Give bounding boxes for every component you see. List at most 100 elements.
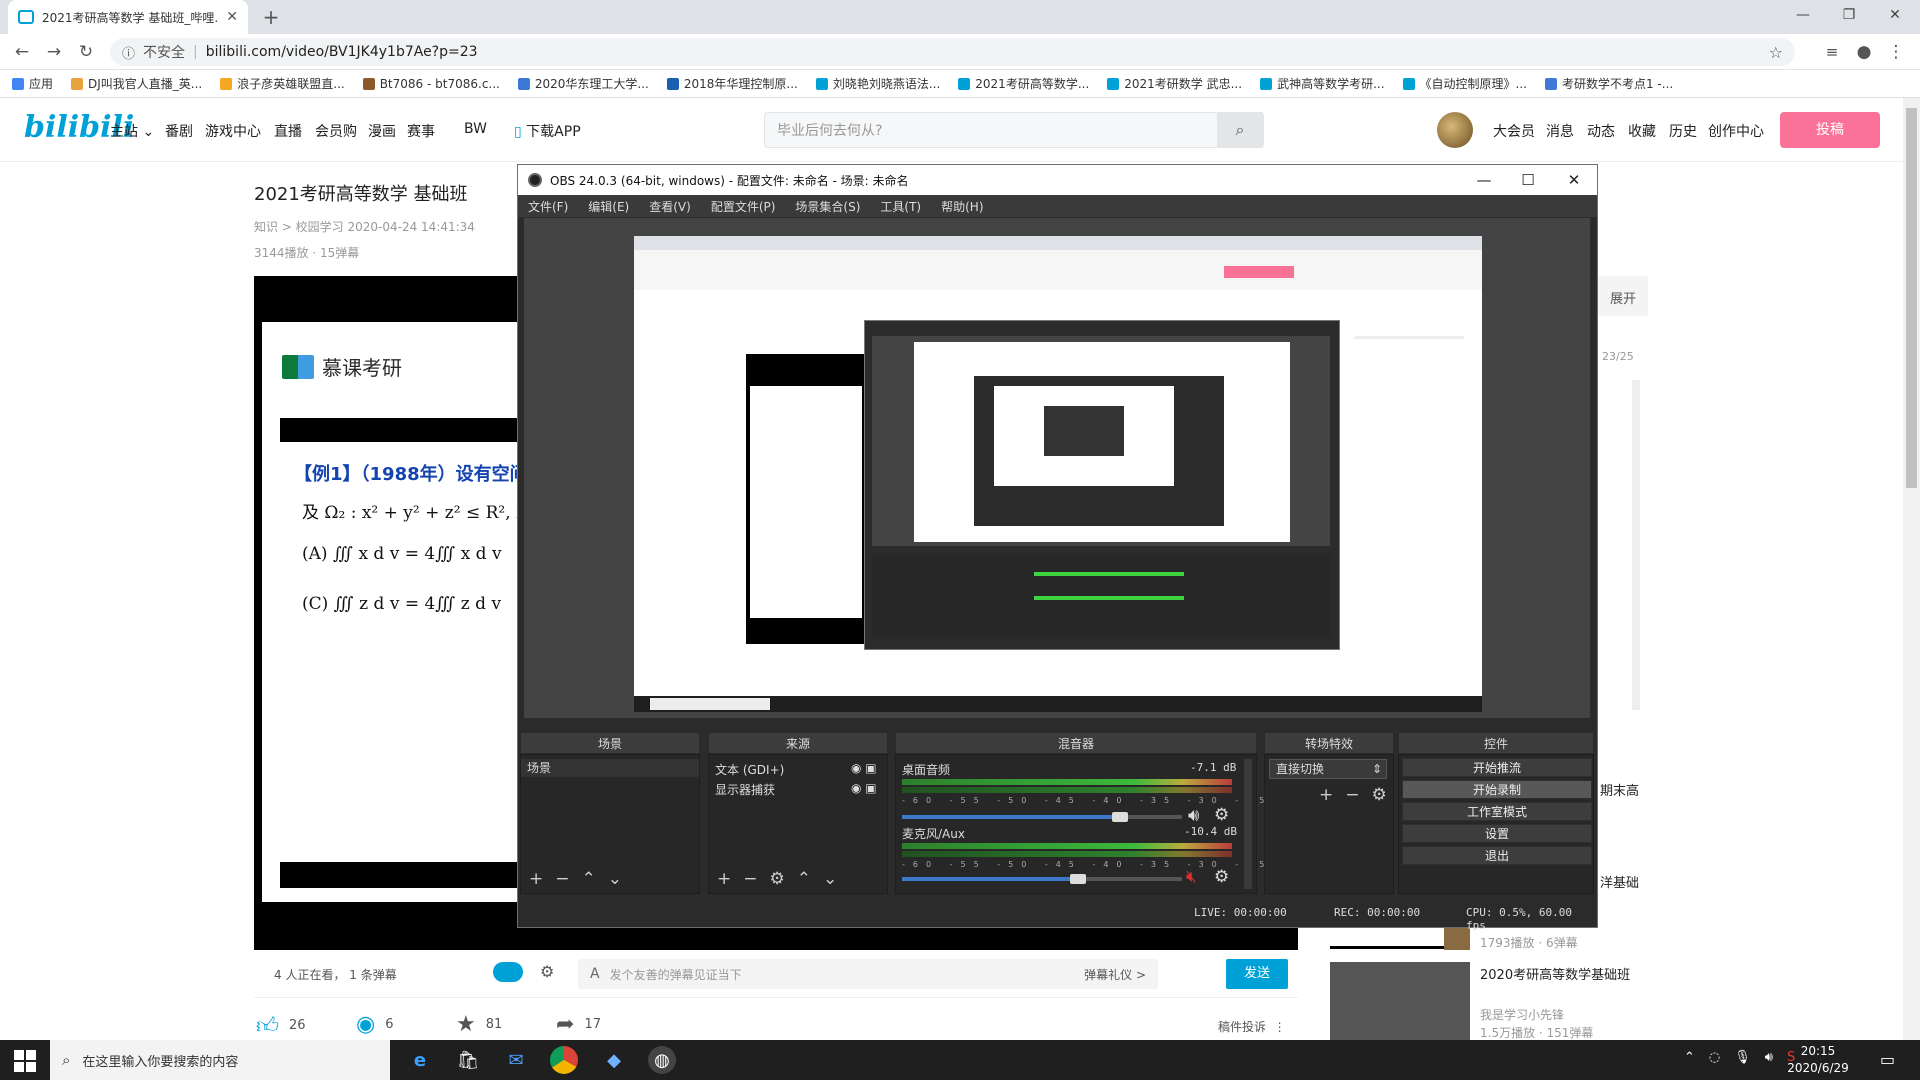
transition-select[interactable]: 直接切换 ⇕ — [1269, 759, 1387, 779]
danmaku-toggle[interactable] — [493, 962, 523, 982]
gear-icon[interactable]: ⚙ — [1372, 785, 1387, 805]
start-streaming-button[interactable]: 开始推流 — [1402, 758, 1592, 777]
coin-button[interactable]: ◉ 6 — [356, 1012, 393, 1037]
eye-icon[interactable]: ◉ ▣ — [851, 761, 877, 775]
back-icon[interactable]: ← — [10, 40, 34, 64]
mail-icon[interactable]: ✉ — [502, 1046, 530, 1074]
windows-start-icon[interactable] — [14, 1050, 36, 1072]
speaker-icon[interactable]: 🔊︎ — [1188, 805, 1199, 826]
menu-file[interactable]: 文件(F) — [528, 198, 568, 215]
preview-canvas[interactable] — [634, 236, 1482, 712]
source-item[interactable]: 文本 (GDI+) — [715, 761, 784, 778]
obs-close-icon[interactable]: ✕ — [1552, 165, 1596, 195]
bookmark-item[interactable]: DJ叫我官人直播_英... — [71, 75, 202, 92]
link-history[interactable]: 历史 — [1669, 121, 1697, 141]
address-bar[interactable]: ⓘ 不安全 | bilibili.com/video/BV1JK4y1b7Ae?… — [110, 38, 1795, 66]
menu-view[interactable]: 查看(V) — [649, 198, 691, 215]
restore-icon[interactable]: ❐ — [1826, 0, 1872, 30]
store-icon[interactable]: 🛍︎ — [454, 1046, 482, 1074]
new-tab-button[interactable]: + — [258, 4, 284, 30]
remove-icon[interactable]: − — [743, 869, 757, 889]
nav-bw[interactable]: BW — [464, 121, 487, 137]
obs-minimize-icon[interactable]: — — [1462, 165, 1506, 195]
bookmark-item[interactable]: 浪子彦英雄联盟直... — [220, 75, 345, 92]
danmaku-input[interactable]: A 发个友善的弹幕见证当下 弹幕礼仪 > — [578, 959, 1158, 989]
edge-icon[interactable]: e — [406, 1046, 434, 1074]
share-button[interactable]: ➦ 17 — [556, 1012, 601, 1037]
nav-match[interactable]: 赛事 — [407, 121, 435, 141]
obs-titlebar[interactable]: OBS 24.0.3 (64-bit, windows) - 配置文件: 未命名… — [518, 165, 1597, 195]
add-icon[interactable]: + — [1319, 785, 1333, 805]
obs-maximize-icon[interactable]: ☐ — [1506, 165, 1550, 195]
nav-game[interactable]: 游戏中心 — [205, 121, 261, 141]
playlist-scrollbar[interactable] — [1632, 380, 1640, 710]
media-icon[interactable]: ≡ — [1820, 40, 1844, 64]
volume-icon[interactable]: 🔊︎ — [1765, 1050, 1773, 1065]
send-button[interactable]: 发送 — [1226, 959, 1288, 989]
rec-title[interactable]: 2020考研高等数学基础班 — [1480, 964, 1630, 983]
start-recording-button[interactable]: 开始录制 — [1402, 780, 1592, 799]
nav-mall[interactable]: 会员购 — [315, 121, 357, 141]
obs-taskbar-icon[interactable]: ◍ — [648, 1046, 676, 1074]
taskbar-search-input[interactable]: ⌕ 在这里输入你要搜索的内容 — [50, 1040, 390, 1080]
rec-thumbnail[interactable] — [1330, 962, 1470, 1040]
source-item[interactable]: 显示器捕获 — [715, 781, 775, 798]
nav-download-app[interactable]: ▯ 下载APP — [514, 121, 581, 141]
remove-icon[interactable]: − — [555, 869, 569, 889]
star-icon[interactable]: ☆ — [1769, 43, 1783, 62]
move-down-icon[interactable]: ⌄ — [608, 869, 622, 889]
link-favorites[interactable]: 收藏 — [1628, 121, 1656, 141]
bookmark-item[interactable]: 刘晓艳刘晓燕语法... — [815, 75, 940, 92]
eye-icon[interactable]: ◉ ▣ — [851, 781, 877, 795]
link-dynamics[interactable]: 动态 — [1587, 121, 1615, 141]
chrome-icon[interactable] — [550, 1046, 578, 1074]
menu-profile[interactable]: 配置文件(P) — [711, 198, 776, 215]
site-search-input[interactable]: 毕业后何去何从? ⌕ — [764, 112, 1264, 148]
profile-icon[interactable]: ● — [1852, 40, 1876, 64]
url-text[interactable]: bilibili.com/video/BV1JK4y1b7Ae?p=23 — [206, 44, 1761, 60]
text-style-icon[interactable]: A — [590, 966, 600, 982]
gear-icon[interactable]: ⚙ — [770, 869, 785, 889]
gear-icon[interactable]: ⚙ — [1214, 805, 1229, 825]
dock-header-transitions[interactable]: 转场特效 — [1264, 732, 1394, 754]
link-creator[interactable]: 创作中心 — [1708, 121, 1764, 141]
avatar[interactable] — [1437, 112, 1473, 148]
danmaku-settings-icon[interactable]: ⚙ — [540, 962, 554, 981]
dock-header-sources[interactable]: 来源 — [708, 732, 888, 754]
menu-tools[interactable]: 工具(T) — [880, 198, 921, 215]
rec-uploader[interactable]: 我是学习小先锋 — [1480, 1006, 1564, 1023]
bookmark-item[interactable]: Bt7086 - bt7086.c... — [362, 77, 500, 91]
bookmark-item[interactable]: 2018年华理控制原... — [666, 75, 798, 92]
mixer-scrollbar[interactable] — [1244, 759, 1252, 889]
playlist-item[interactable]: 洋基础 — [1600, 872, 1639, 891]
like-button[interactable]: 👍︎ 26 — [256, 1012, 306, 1039]
nav-manga[interactable]: 漫画 — [368, 121, 396, 141]
remove-icon[interactable]: − — [1345, 785, 1359, 805]
expand-link[interactable]: 展开 — [1610, 288, 1636, 307]
muted-speaker-icon[interactable]: 🔇︎ — [1186, 867, 1197, 887]
bookmark-item[interactable]: 考研数学不考点1 -... — [1544, 75, 1673, 92]
bookmark-item[interactable]: 武神高等数学考研... — [1260, 75, 1385, 92]
close-window-icon[interactable]: ✕ — [1872, 0, 1918, 30]
menu-help[interactable]: 帮助(H) — [941, 198, 983, 215]
app-icon[interactable]: ◆ — [600, 1046, 628, 1074]
link-vip[interactable]: 大会员 — [1493, 121, 1535, 141]
link-messages[interactable]: 消息 — [1546, 121, 1574, 141]
add-icon[interactable]: + — [529, 869, 543, 889]
studio-mode-button[interactable]: 工作室模式 — [1402, 802, 1592, 821]
network-icon[interactable]: ◌ — [1709, 1050, 1720, 1065]
gear-icon[interactable]: ⚙ — [1214, 867, 1229, 887]
bookmark-item[interactable]: 2020华东理工大学... — [517, 75, 649, 92]
browser-tab[interactable]: 2021考研高等数学 基础班_哔哩... ✕ — [8, 0, 248, 34]
search-icon[interactable]: ⌕ — [1217, 112, 1263, 148]
bookmark-item[interactable]: 2021考研高等数学... — [958, 75, 1089, 92]
report-link[interactable]: 稿件投诉 ⋮ — [1218, 1018, 1286, 1035]
move-up-icon[interactable]: ⌃ — [797, 869, 811, 889]
menu-scene-collection[interactable]: 场景集合(S) — [795, 198, 860, 215]
settings-button[interactable]: 设置 — [1402, 824, 1592, 843]
dock-header-controls[interactable]: 控件 — [1398, 732, 1594, 754]
move-down-icon[interactable]: ⌄ — [823, 869, 837, 889]
info-icon[interactable]: ⓘ — [122, 43, 135, 62]
volume-slider[interactable] — [1112, 812, 1128, 822]
bookmark-item[interactable]: 2021考研数学 武忠... — [1107, 75, 1242, 92]
